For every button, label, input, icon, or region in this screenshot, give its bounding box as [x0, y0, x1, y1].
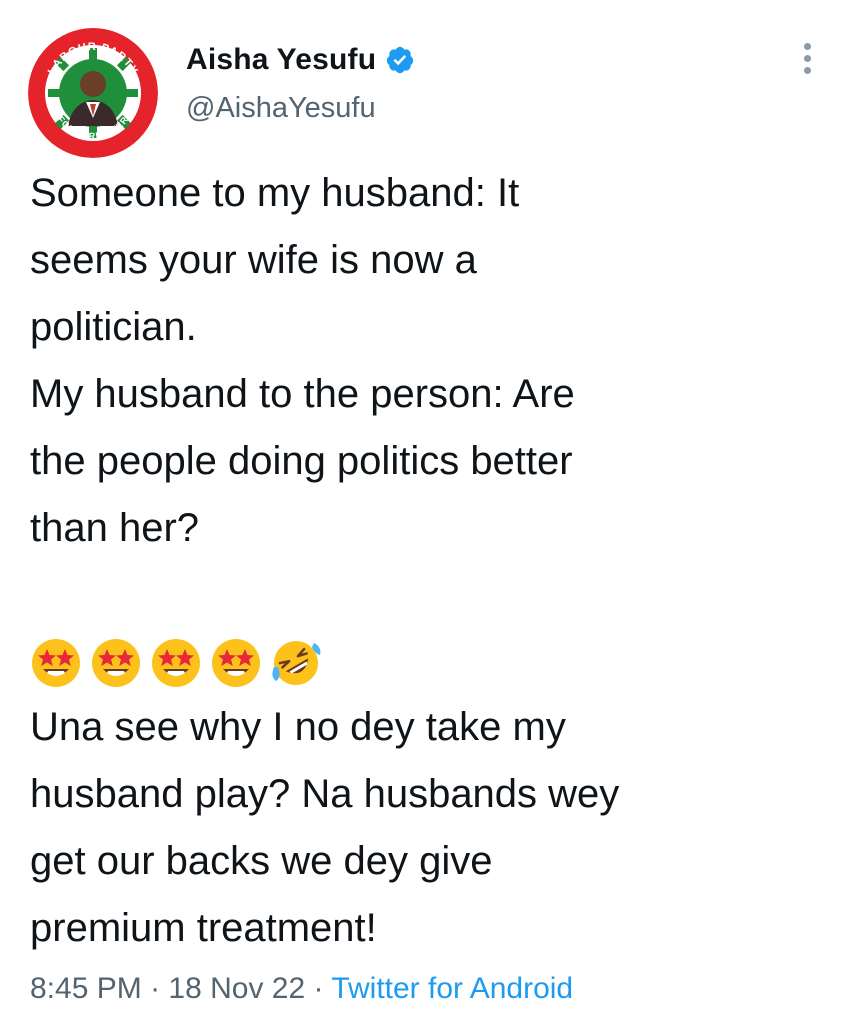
- user-handle[interactable]: @AishaYesufu: [186, 92, 376, 125]
- tweet-date[interactable]: 18 Nov 22: [168, 972, 305, 1005]
- tweet-text-continued: Una see why I no dey take my husband pla…: [30, 694, 830, 962]
- avatar[interactable]: LABOUR PARTY FORWARD EVER: [28, 28, 158, 158]
- rofl-icon: [272, 640, 321, 685]
- tweet-meta: 8:45 PM · 18 Nov 22 · Twitter for Androi…: [30, 972, 573, 1006]
- tweet-text-line: than her?: [30, 506, 200, 550]
- tweet-source-link[interactable]: Twitter for Android: [331, 972, 573, 1005]
- meta-separator: ·: [150, 972, 161, 1005]
- meta-separator: ·: [313, 972, 324, 1005]
- tweet-text-line: My husband to the person: Are: [30, 372, 575, 416]
- emoji-row: [30, 629, 830, 696]
- tweet-text-line: husband play? Na husbands wey: [30, 772, 620, 816]
- author-name-row[interactable]: Aisha Yesufu: [186, 38, 415, 82]
- tweet-text-line: premium treatment!: [30, 906, 377, 950]
- star-struck-icon: [92, 638, 140, 687]
- tweet-time[interactable]: 8:45 PM: [30, 972, 142, 1005]
- star-struck-icon: [32, 638, 80, 687]
- more-options-icon[interactable]: [796, 40, 820, 76]
- tweet-text-line: the people doing politics better: [30, 439, 573, 483]
- tweet-text-line: politician.: [30, 305, 197, 349]
- tweet-text: Someone to my husband: It seems your wif…: [30, 160, 830, 763]
- labour-party-avatar-icon: LABOUR PARTY FORWARD EVER: [28, 28, 158, 158]
- tweet: LABOUR PARTY FORWARD EVER Aisha Yesufu @…: [0, 0, 857, 1024]
- star-struck-icon: [212, 638, 260, 687]
- tweet-text-line: Someone to my husband: It: [30, 171, 520, 215]
- tweet-text-line: seems your wife is now a: [30, 238, 477, 282]
- star-struck-icon: [152, 638, 200, 687]
- tweet-text-line: Una see why I no dey take my: [30, 705, 566, 749]
- tweet-text-line: get our backs we dey give: [30, 839, 493, 883]
- display-name[interactable]: Aisha Yesufu: [186, 43, 376, 77]
- verified-badge-icon: [385, 45, 415, 75]
